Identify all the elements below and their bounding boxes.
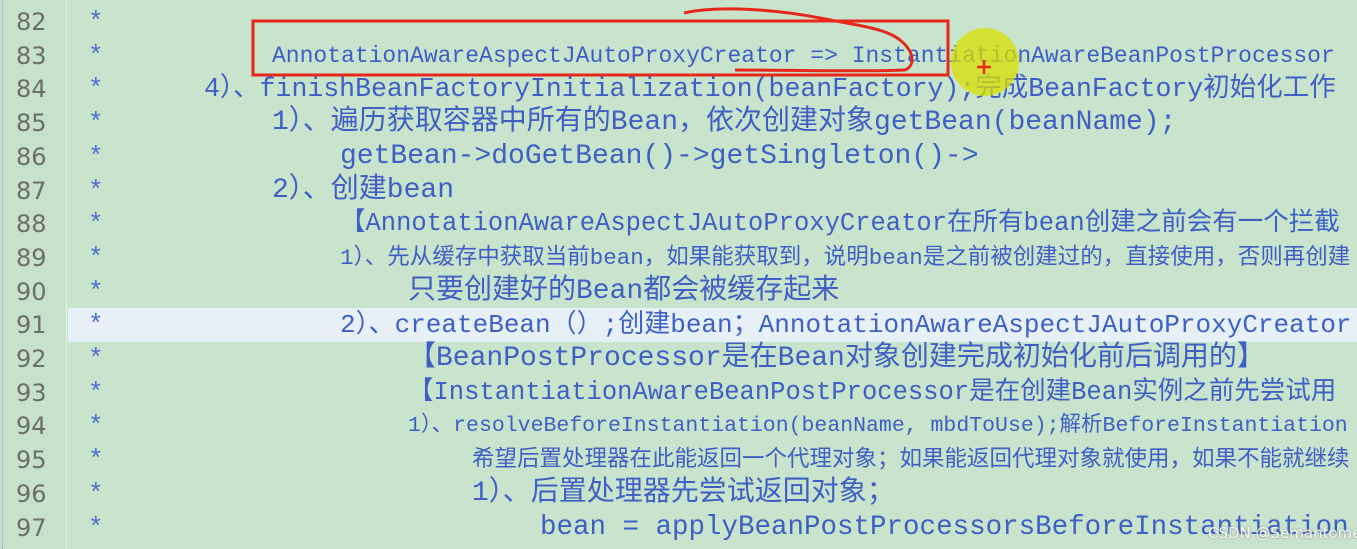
line-number: 84 bbox=[16, 75, 47, 104]
line-number: 83 bbox=[16, 41, 47, 70]
comment-marker: * bbox=[88, 40, 104, 71]
code-text: AnnotationAwareAspectJAutoProxyCreator =… bbox=[272, 42, 1335, 69]
comment-marker: * bbox=[88, 411, 104, 442]
line-number: 96 bbox=[16, 479, 47, 508]
code-line[interactable]: 83 * AnnotationAwareAspectJAutoProxyCreato… bbox=[0, 39, 1357, 73]
code-text: getBean->doGetBean()->getSingleton()-> bbox=[340, 140, 979, 172]
code-text: 希望后置处理器在此能返回一个代理对象；如果能返回代理对象就使用，如果不能就继续 bbox=[472, 447, 1350, 474]
code-text: 1）、后置处理器先尝试返回对象； bbox=[472, 477, 895, 509]
code-line[interactable]: 84 * 4）、finishBeanFactoryInitialization(be… bbox=[0, 72, 1357, 106]
comment-marker: * bbox=[88, 276, 104, 307]
code-line[interactable]: 82 * bbox=[0, 5, 1357, 39]
watermark: CSDN @Semantome bbox=[1208, 524, 1357, 542]
comment-marker: * bbox=[88, 7, 104, 37]
comment-marker: * bbox=[88, 74, 104, 105]
code-text: 【BeanPostProcessor是在Bean对象创建完成初始化前后调用的】 bbox=[408, 343, 1265, 374]
code-text: 1）、先从缓存中获取当前bean，如果能获取到，说明bean是之前被创建过的，直… bbox=[340, 244, 1351, 271]
code-line[interactable]: 90 * 只要创建好的Bean都会被缓存起来 bbox=[0, 275, 1357, 309]
comment-marker: * bbox=[88, 310, 104, 341]
code-text: 只要创建好的Bean都会被缓存起来 bbox=[408, 275, 840, 307]
code-line[interactable]: 93 * 【InstantiationAwareBeanPostProcessor是… bbox=[0, 376, 1357, 410]
code-line[interactable]: 88 * 【AnnotationAwareAspectJAutoProxyCreat… bbox=[0, 207, 1357, 241]
comment-marker: * bbox=[88, 175, 104, 206]
code-line[interactable]: 92 * 【BeanPostProcessor是在Bean对象创建完成初始化前后调用… bbox=[0, 342, 1357, 376]
comment-marker: * bbox=[88, 242, 104, 273]
line-number: 89 bbox=[16, 243, 47, 272]
line-number: 93 bbox=[16, 378, 47, 407]
code-line[interactable]: 97 * bean = applyBeanPostProcessorsBeforeI… bbox=[0, 511, 1357, 545]
code-line[interactable]: 86 * getBean->doGetBean()->getSingleton()-… bbox=[0, 140, 1357, 174]
code-line[interactable]: 95 * 希望后置处理器在此能返回一个代理对象；如果能返回代理对象就使用，如果不能就… bbox=[0, 443, 1357, 477]
comment-marker: * bbox=[88, 478, 104, 509]
code-text: 1）、遍历获取容器中所有的Bean，依次创建对象getBean(beanName… bbox=[272, 107, 1177, 139]
code-text: 1）、resolveBeforeInstantiation(beanName, … bbox=[408, 414, 1348, 439]
line-number: 85 bbox=[16, 109, 47, 138]
line-number: 91 bbox=[16, 311, 47, 340]
line-number: 87 bbox=[16, 176, 47, 205]
code-line[interactable]: 89 * 1）、先从缓存中获取当前bean，如果能获取到，说明bean是之前被创建过… bbox=[0, 241, 1357, 275]
line-number: 88 bbox=[16, 210, 47, 239]
code-text: 4）、finishBeanFactoryInitialization(beanF… bbox=[204, 74, 1336, 105]
code-text: 【InstantiationAwareBeanPostProcessor是在创建… bbox=[408, 377, 1337, 407]
comment-marker: * bbox=[88, 445, 104, 476]
code-line[interactable]: 96 * 1）、后置处理器先尝试返回对象； bbox=[0, 477, 1357, 511]
comment-marker: * bbox=[88, 141, 104, 172]
comment-marker: * bbox=[88, 377, 104, 408]
line-number: 82 bbox=[16, 8, 47, 36]
code-text: 【AnnotationAwareAspectJAutoProxyCreator在… bbox=[340, 209, 1340, 239]
comment-marker: * bbox=[88, 512, 104, 543]
line-number: 97 bbox=[16, 513, 47, 542]
code-line[interactable]: 85 * 1）、遍历获取容器中所有的Bean，依次创建对象getBean(beanN… bbox=[0, 106, 1357, 140]
comment-marker: * bbox=[88, 108, 104, 139]
code-line[interactable]: 87 * 2）、创建bean bbox=[0, 174, 1357, 208]
line-number: 90 bbox=[16, 277, 47, 306]
comment-marker: * bbox=[88, 344, 104, 374]
code-text: 2）、创建bean bbox=[272, 174, 455, 206]
code-text: 2）、createBean（）;创建bean；AnnotationAwareAs… bbox=[340, 310, 1352, 341]
line-number: 92 bbox=[16, 345, 47, 373]
code-line[interactable]: 94 * 1）、resolveBeforeInstantiation(beanNam… bbox=[0, 409, 1357, 443]
code-line[interactable]: 91 * 2）、createBean（）;创建bean；AnnotationAwar… bbox=[16, 308, 1357, 343]
comment-marker: * bbox=[88, 209, 104, 240]
line-number: 86 bbox=[16, 142, 47, 171]
line-number: 94 bbox=[16, 412, 47, 441]
line-number: 95 bbox=[16, 446, 47, 475]
